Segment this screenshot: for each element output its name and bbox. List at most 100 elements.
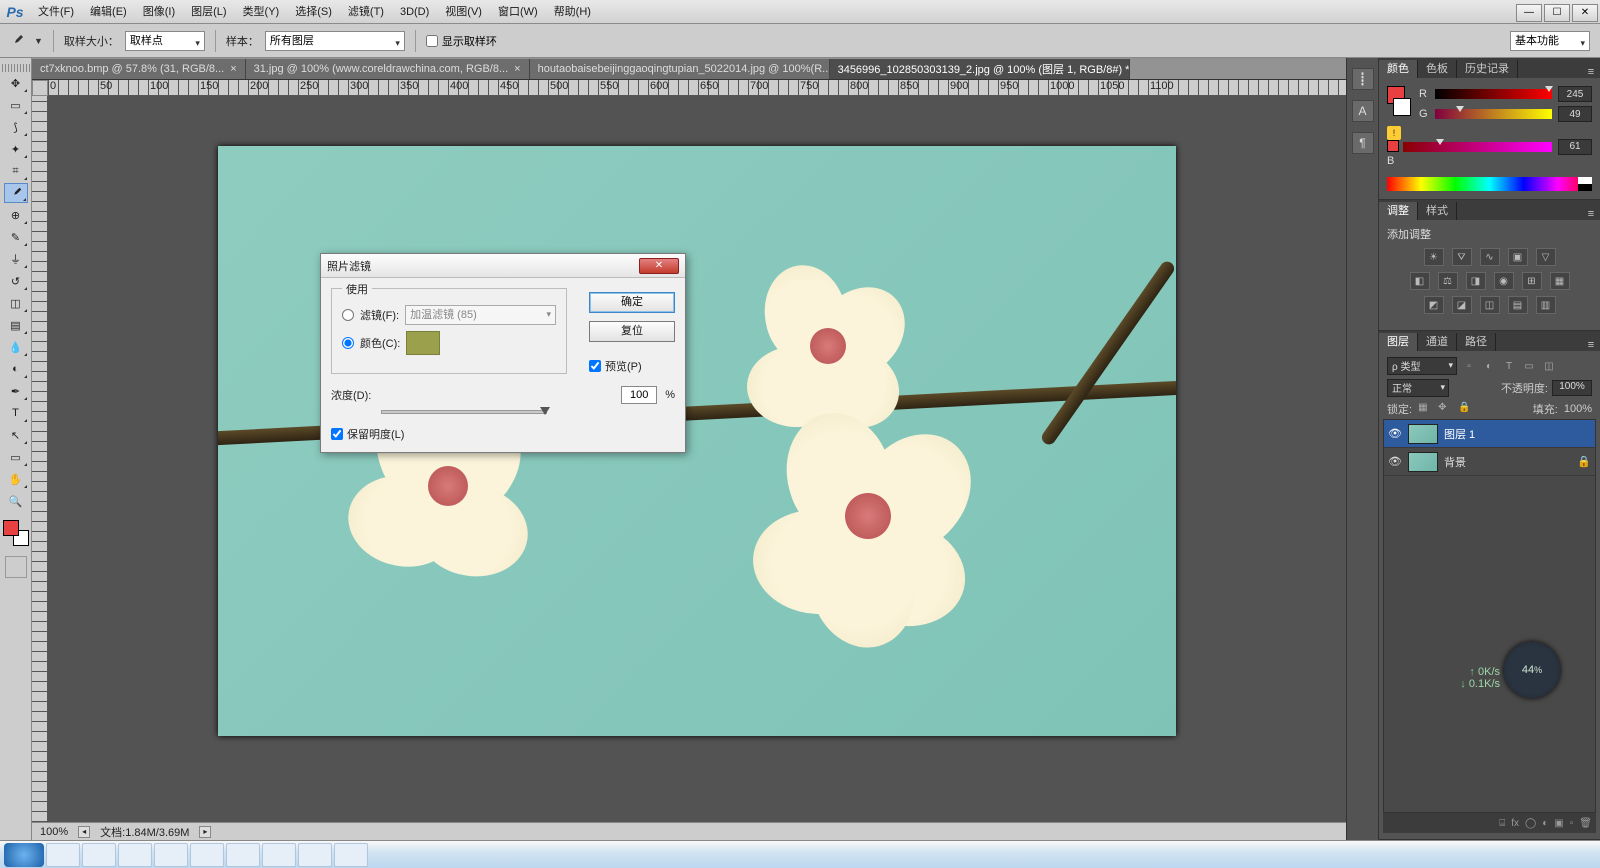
tab-color[interactable]: 颜色 [1379, 60, 1418, 78]
menu-help[interactable]: 帮助(H) [546, 0, 599, 24]
vibrance-icon[interactable]: ▽ [1536, 248, 1556, 266]
doc-tab[interactable]: houtaobaisebeijinggaoqingtupian_5022014.… [530, 59, 830, 79]
selective-icon[interactable]: ▥ [1536, 296, 1556, 314]
eraser-tool[interactable]: ◫ [4, 293, 28, 313]
taskbar-app[interactable] [154, 843, 188, 867]
r-input[interactable] [1558, 86, 1592, 102]
filter-radio-row[interactable]: 滤镜(F): 加温滤镜 (85) [342, 305, 556, 325]
ok-button[interactable]: 确定 [589, 292, 675, 313]
tab-history[interactable]: 历史记录 [1457, 60, 1518, 78]
threshold-icon[interactable]: ◫ [1480, 296, 1500, 314]
bw-icon[interactable]: ◨ [1466, 272, 1486, 290]
zoom-tool[interactable]: 🔍 [4, 491, 28, 511]
shape-tool[interactable]: ▭ [4, 447, 28, 467]
colorlookup-icon[interactable]: ▦ [1550, 272, 1570, 290]
zoom-arrow-left[interactable]: ◂ [78, 826, 90, 838]
paragraph-panel-icon[interactable]: ¶ [1352, 132, 1374, 154]
show-ring-checkbox[interactable]: 显示取样环 [426, 33, 497, 49]
balance-icon[interactable]: ⚖ [1438, 272, 1458, 290]
path-select-tool[interactable]: ↖ [4, 425, 28, 445]
taskbar-app[interactable] [118, 843, 152, 867]
stamp-tool[interactable]: ⏚ [4, 249, 28, 269]
adjustment-layer-icon[interactable]: ◐ [1542, 818, 1548, 829]
workspace-select[interactable]: 基本功能 [1510, 31, 1590, 51]
doc-tab-active[interactable]: 3456996_102850303139_2.jpg @ 100% (图层 1,… [830, 59, 1130, 79]
preserve-luminosity-input[interactable] [331, 428, 343, 440]
menu-file[interactable]: 文件(F) [30, 0, 82, 24]
gradient-tool[interactable]: ▤ [4, 315, 28, 335]
vertical-ruler[interactable] [32, 96, 48, 822]
chevron-down-icon[interactable]: ▼ [34, 36, 43, 46]
delete-layer-icon[interactable]: 🗑 [1579, 818, 1592, 829]
minimize-button[interactable]: — [1516, 4, 1542, 22]
ruler-origin[interactable] [32, 80, 48, 96]
layer-thumb[interactable] [1408, 424, 1438, 444]
filter-smart-icon[interactable]: ◫ [1541, 358, 1557, 374]
close-icon[interactable]: × [230, 63, 236, 75]
panel-menu-icon[interactable]: ≡ [1582, 339, 1600, 351]
history-brush-tool[interactable]: ↺ [4, 271, 28, 291]
tab-paths[interactable]: 路径 [1457, 333, 1496, 351]
menu-edit[interactable]: 编辑(E) [82, 0, 135, 24]
taskbar-app[interactable] [82, 843, 116, 867]
visibility-icon[interactable]: 👁 [1388, 455, 1402, 468]
color-swatches[interactable] [3, 520, 29, 546]
menu-filter[interactable]: 滤镜(T) [340, 0, 392, 24]
dodge-tool[interactable]: ◐ [4, 359, 28, 379]
b-input[interactable] [1558, 139, 1592, 155]
quickmask-toggle[interactable] [5, 556, 27, 578]
taskbar-app[interactable] [334, 843, 368, 867]
menu-layer[interactable]: 图层(L) [183, 0, 234, 24]
healing-tool[interactable]: ⊕ [4, 205, 28, 225]
type-tool[interactable]: T [4, 403, 28, 423]
curves-icon[interactable]: ∿ [1480, 248, 1500, 266]
tab-swatches[interactable]: 色板 [1418, 60, 1457, 78]
brush-tool[interactable]: ✎ [4, 227, 28, 247]
taskbar-app[interactable] [298, 843, 332, 867]
dialog-titlebar[interactable]: 照片滤镜 ✕ [321, 254, 685, 278]
taskbar-app[interactable] [262, 843, 296, 867]
web-color-icon[interactable] [1387, 140, 1399, 152]
lock-pixels-icon[interactable]: ▦ [1418, 402, 1432, 416]
color-radio-row[interactable]: 颜色(C): [342, 331, 556, 355]
layer-name[interactable]: 背景 [1444, 454, 1466, 470]
layer-name[interactable]: 图层 1 [1444, 426, 1475, 442]
menu-3d[interactable]: 3D(D) [392, 0, 437, 24]
tab-channels[interactable]: 通道 [1418, 333, 1457, 351]
panel-grip[interactable] [2, 64, 30, 72]
layer-thumb[interactable] [1408, 452, 1438, 472]
levels-icon[interactable]: ⛛ [1452, 248, 1472, 266]
filter-radio[interactable] [342, 309, 354, 321]
exposure-icon[interactable]: ▣ [1508, 248, 1528, 266]
tab-adjustments[interactable]: 调整 [1379, 202, 1418, 220]
filter-image-icon[interactable]: ▫ [1461, 358, 1477, 374]
horizontal-ruler[interactable]: 0501001502002503003504004505005506006507… [48, 80, 1346, 96]
hue-icon[interactable]: ◧ [1410, 272, 1430, 290]
menu-image[interactable]: 图像(I) [135, 0, 183, 24]
filter-type-icon[interactable]: T [1501, 358, 1517, 374]
filter-adjust-icon[interactable]: ◐ [1481, 358, 1497, 374]
hand-tool[interactable]: ✋ [4, 469, 28, 489]
slider-thumb[interactable] [540, 407, 550, 415]
fx-icon[interactable]: fx [1511, 818, 1519, 829]
reset-button[interactable]: 复位 [589, 321, 675, 342]
b-slider[interactable] [1403, 142, 1552, 152]
opacity-value[interactable]: 100% [1552, 380, 1592, 396]
tab-layers[interactable]: 图层 [1379, 333, 1418, 351]
panel-color-swatches[interactable] [1387, 86, 1411, 120]
posterize-icon[interactable]: ◪ [1452, 296, 1472, 314]
g-input[interactable] [1558, 106, 1592, 122]
g-slider[interactable] [1435, 109, 1552, 119]
preserve-luminosity-check[interactable]: 保留明度(L) [331, 426, 675, 442]
panel-menu-icon[interactable]: ≡ [1582, 66, 1600, 78]
link-layers-icon[interactable]: ⌸ [1499, 818, 1505, 829]
lock-all-icon[interactable]: 🔒 [1458, 402, 1472, 416]
brightness-icon[interactable]: ☀ [1424, 248, 1444, 266]
gamut-warning-icon[interactable]: ! [1387, 126, 1401, 140]
close-button[interactable]: ✕ [1572, 4, 1598, 22]
preview-input[interactable] [589, 360, 601, 372]
sample-layers-select[interactable]: 所有图层 [265, 31, 405, 51]
show-ring-input[interactable] [426, 35, 438, 47]
magic-wand-tool[interactable]: ✦ [4, 139, 28, 159]
filter-shape-icon[interactable]: ▭ [1521, 358, 1537, 374]
